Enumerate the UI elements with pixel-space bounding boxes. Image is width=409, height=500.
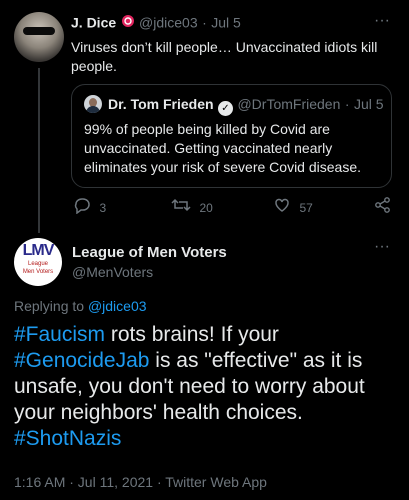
reply-button[interactable]: 3 xyxy=(73,196,106,219)
hashtag-genocidejab[interactable]: #GenocideJab xyxy=(14,349,149,372)
hashtag-shotnazis[interactable]: #ShotNazis xyxy=(14,427,121,450)
avatar-menvoters[interactable]: LMV League Men Voters xyxy=(14,238,62,286)
reply-count: 3 xyxy=(99,200,107,215)
retweet-button[interactable]: 20 xyxy=(171,196,213,219)
share-icon xyxy=(374,196,392,219)
parent-header: J. Dice @jdice03 · Jul 5 xyxy=(71,14,241,33)
parent-time[interactable]: Jul 5 xyxy=(211,15,241,31)
avatar-jdice[interactable] xyxy=(14,12,64,62)
badge-icon xyxy=(121,14,135,33)
tweet-timestamp[interactable]: 1:16 AM · Jul 11, 2021 · Twitter Web App xyxy=(14,474,267,490)
replying-to: Replying to @jdice03 xyxy=(14,298,147,314)
main-handle[interactable]: @MenVoters xyxy=(72,264,153,280)
heart-icon xyxy=(273,196,291,219)
reply-icon xyxy=(73,196,91,219)
retweet-icon xyxy=(171,196,191,219)
avatar-frieden xyxy=(84,95,102,113)
quote-handle: @DrTomFrieden xyxy=(237,96,341,112)
more-options-icon[interactable]: ··· xyxy=(374,238,390,256)
quote-tweet-text: 99% of people being killed by Covid are … xyxy=(84,121,362,175)
quote-time: Jul 5 xyxy=(353,96,384,112)
parent-handle[interactable]: @jdice03 xyxy=(139,15,198,31)
like-count: 57 xyxy=(299,200,313,215)
replying-handle-link[interactable]: @jdice03 xyxy=(88,298,147,314)
main-author-name[interactable]: League of Men Voters xyxy=(72,244,227,261)
retweet-count: 20 xyxy=(199,200,213,215)
like-button[interactable]: 57 xyxy=(273,196,313,219)
quote-author-name: Dr. Tom Frieden xyxy=(108,96,214,112)
parent-author-name[interactable]: J. Dice xyxy=(71,15,116,31)
hashtag-faucism[interactable]: #Faucism xyxy=(14,323,105,346)
main-tweet-text: #Faucism rots brains! If your #GenocideJ… xyxy=(14,323,365,450)
parent-tweet-text: Viruses don’t kill people… Unvaccinated … xyxy=(71,39,378,74)
thread-line xyxy=(38,68,40,233)
quote-header: Dr. Tom Frieden ✓ @DrTomFrieden · Jul 5 xyxy=(108,96,384,116)
more-options-icon[interactable]: ··· xyxy=(374,12,390,30)
verified-icon: ✓ xyxy=(218,101,233,116)
share-button[interactable] xyxy=(374,196,392,219)
